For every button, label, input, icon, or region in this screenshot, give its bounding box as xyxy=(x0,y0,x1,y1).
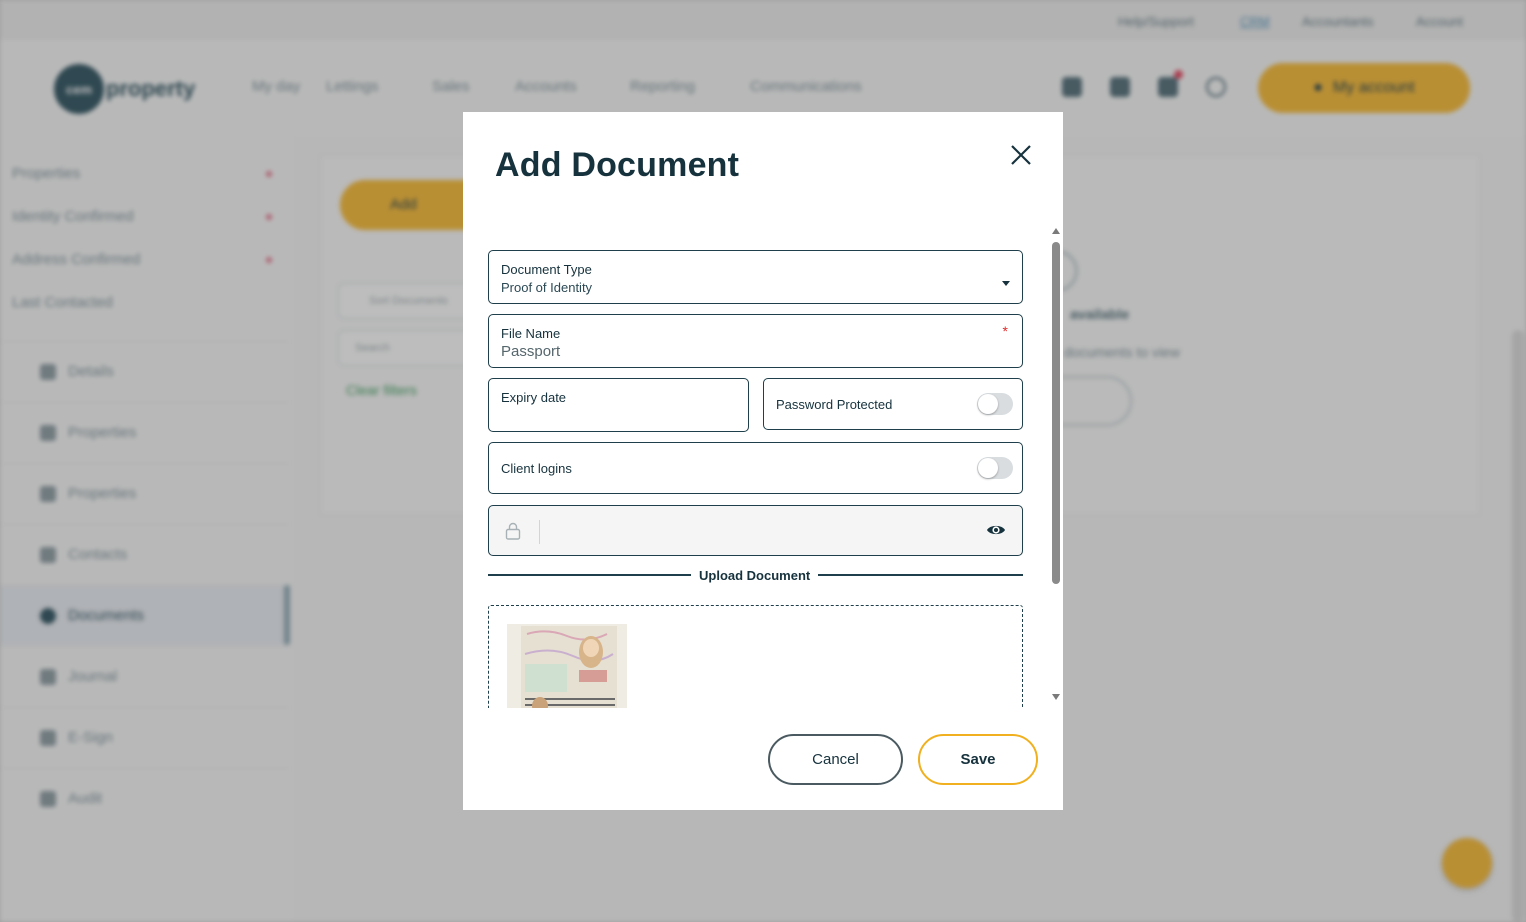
password-input[interactable] xyxy=(549,516,969,546)
lock-icon xyxy=(505,522,521,540)
scrollbar-thumb[interactable] xyxy=(1052,242,1060,584)
modal-scroll-area: Document Type Proof of Identity File Nam… xyxy=(463,232,1063,708)
cancel-button[interactable]: Cancel xyxy=(768,734,903,785)
client-logins-toggle[interactable] xyxy=(977,457,1013,479)
document-password-field[interactable] xyxy=(488,505,1023,556)
toggle-knob xyxy=(978,458,998,478)
scroll-up-arrow-icon[interactable] xyxy=(1052,228,1060,234)
client-logins-field: Client logins xyxy=(488,442,1023,494)
expiry-date-field[interactable]: Expiry date xyxy=(488,378,749,432)
toggle-knob xyxy=(978,394,998,414)
file-name-field[interactable]: File Name * Passport xyxy=(488,314,1023,368)
add-document-modal: Add Document Document Type Proof of Iden… xyxy=(463,112,1063,810)
document-type-select[interactable]: Document Type Proof of Identity xyxy=(488,250,1023,304)
document-type-label: Document Type xyxy=(501,262,592,277)
field-divider xyxy=(539,520,540,544)
file-name-value: Passport xyxy=(501,343,561,360)
scroll-down-arrow-icon[interactable] xyxy=(1052,694,1060,700)
password-protected-field: Password Protected xyxy=(763,378,1023,430)
eye-icon[interactable] xyxy=(986,522,1006,538)
save-button[interactable]: Save xyxy=(918,734,1038,785)
password-protected-label: Password Protected xyxy=(776,397,893,412)
passport-image xyxy=(507,624,627,708)
expiry-date-label: Expiry date xyxy=(501,390,567,405)
password-protected-toggle[interactable] xyxy=(977,393,1013,415)
file-name-label: File Name xyxy=(501,326,561,341)
upload-dropzone[interactable] xyxy=(488,605,1023,708)
close-icon[interactable] xyxy=(1006,140,1036,170)
uploaded-passport-thumbnail[interactable] xyxy=(507,624,627,708)
upload-document-label: Upload Document xyxy=(691,568,819,583)
modal-scrollbar[interactable] xyxy=(1052,228,1061,708)
client-logins-label: Client logins xyxy=(501,461,572,476)
modal-title: Add Document xyxy=(495,146,740,184)
required-asterisk: * xyxy=(1002,323,1008,339)
document-type-value: Proof of Identity xyxy=(501,280,593,295)
caret-down-icon xyxy=(1002,281,1010,286)
